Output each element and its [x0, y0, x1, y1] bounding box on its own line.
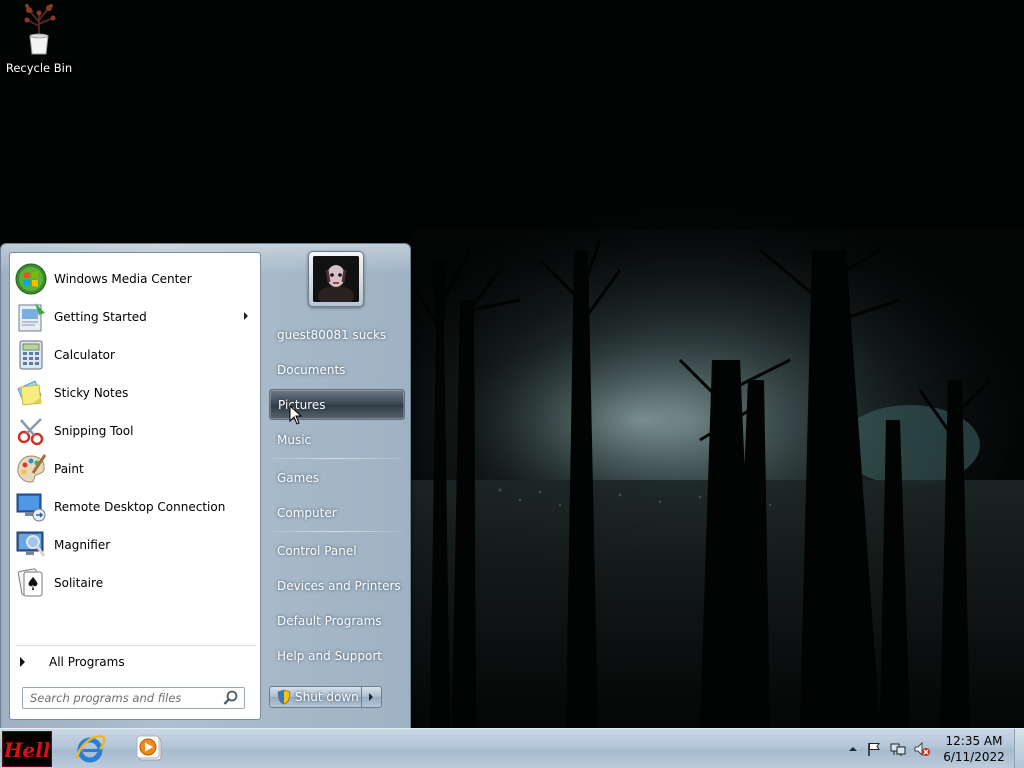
- program-label: Sticky Notes: [54, 386, 129, 400]
- program-label: Remote Desktop Connection: [54, 500, 226, 514]
- program-magnifier[interactable]: Magnifier: [12, 527, 258, 563]
- search-input[interactable]: [30, 689, 222, 707]
- pinned-internet-explorer[interactable]: [60, 731, 120, 767]
- windows-media-center-icon: [15, 263, 47, 295]
- volume-muted-icon[interactable]: [914, 741, 930, 757]
- start-menu: Windows Media Center Getting Started Cal…: [0, 243, 411, 729]
- place-documents[interactable]: Documents: [269, 354, 405, 385]
- all-programs-label: All Programs: [49, 655, 125, 669]
- mouse-cursor-icon: [289, 405, 303, 425]
- magnifier-icon: [16, 531, 46, 557]
- all-programs-button[interactable]: All Programs: [12, 649, 258, 675]
- place-default-programs[interactable]: Default Programs: [269, 605, 405, 636]
- place-devices-and-printers[interactable]: Devices and Printers: [269, 570, 405, 601]
- program-windows-media-center[interactable]: Windows Media Center: [12, 261, 258, 297]
- paint-icon: [17, 454, 47, 483]
- program-label: Solitaire: [54, 576, 104, 590]
- place-label: Games: [277, 470, 319, 485]
- system-clock[interactable]: 12:35 AM 6/11/2022: [940, 733, 1008, 765]
- place-label: Help and Support: [277, 648, 382, 663]
- program-paint[interactable]: Paint: [12, 451, 258, 487]
- start-orb-icon: Hell: [5, 738, 49, 762]
- places-separator: [269, 458, 402, 459]
- program-calculator[interactable]: Calculator: [12, 337, 258, 373]
- program-label: Paint: [54, 462, 84, 476]
- program-snipping-tool[interactable]: Snipping Tool: [12, 413, 258, 449]
- program-sticky-notes[interactable]: Sticky Notes: [12, 375, 258, 411]
- shutdown-label: Shut down: [295, 690, 359, 704]
- network-icon[interactable]: [890, 741, 906, 757]
- program-label: Calculator: [54, 348, 115, 362]
- all-programs-arrow-icon: [20, 657, 25, 667]
- pinned-windows-media-player[interactable]: [120, 731, 180, 767]
- program-solitaire[interactable]: Solitaire: [12, 565, 258, 601]
- program-getting-started[interactable]: Getting Started: [12, 299, 258, 335]
- place-music[interactable]: Music: [269, 424, 405, 455]
- start-button-text: Hell: [5, 738, 49, 762]
- search-icon[interactable]: [222, 689, 240, 707]
- start-menu-programs-pane: Windows Media Center Getting Started Cal…: [9, 252, 261, 720]
- internet-explorer-icon: [75, 735, 106, 763]
- submenu-arrow-icon: [244, 312, 248, 320]
- program-label: Getting Started: [54, 310, 147, 324]
- user-name-label: guest80081 sucks: [277, 327, 387, 342]
- getting-started-icon: [18, 303, 45, 332]
- programs-separator: [16, 645, 256, 646]
- place-label: Documents: [277, 362, 346, 377]
- recycle-bin-label: Recycle Bin: [5, 61, 73, 75]
- clock-time: 12:35 AM: [945, 734, 1003, 748]
- sticky-notes-icon: [17, 380, 42, 406]
- remote-desktop-icon: [16, 493, 46, 522]
- search-box[interactable]: [22, 687, 245, 709]
- place-games[interactable]: Games: [269, 462, 405, 493]
- shutdown-button[interactable]: Shut down: [269, 686, 362, 708]
- program-label: Snipping Tool: [54, 424, 134, 438]
- windows-media-player-icon: [136, 735, 162, 761]
- place-label: Devices and Printers: [277, 578, 401, 593]
- shield-icon: [277, 689, 291, 705]
- places-separator: [269, 531, 402, 532]
- user-account-picture[interactable]: [308, 251, 364, 307]
- place-control-panel[interactable]: Control Panel: [269, 535, 405, 566]
- place-computer[interactable]: Computer: [269, 497, 405, 528]
- program-label: Windows Media Center: [54, 272, 192, 286]
- place-label: Music: [277, 432, 312, 447]
- start-button[interactable]: Hell: [2, 731, 52, 767]
- action-center-flag-icon[interactable]: [866, 741, 882, 757]
- show-hidden-icons-arrow[interactable]: [845, 741, 861, 757]
- solitaire-icon: [17, 568, 43, 597]
- show-desktop-button[interactable]: [1014, 729, 1024, 768]
- shutdown-options-button[interactable]: [362, 686, 382, 708]
- place-label: Default Programs: [277, 613, 382, 628]
- clock-date: 6/11/2022: [943, 750, 1005, 764]
- recycle-bin-icon: [24, 4, 56, 55]
- user-avatar-image: [313, 256, 359, 302]
- calculator-icon: [19, 340, 43, 370]
- place-user-folder[interactable]: guest80081 sucks: [269, 319, 405, 350]
- taskbar: Hell 12:35 AM 6/11/2022: [0, 728, 1024, 768]
- place-label: Computer: [277, 505, 337, 520]
- place-label: Control Panel: [277, 543, 357, 558]
- program-label: Magnifier: [54, 538, 111, 552]
- program-remote-desktop-connection[interactable]: Remote Desktop Connection: [12, 489, 258, 525]
- desktop-icon-recycle-bin[interactable]: Recycle Bin: [4, 4, 74, 76]
- snipping-tool-icon: [17, 418, 44, 446]
- place-help-and-support[interactable]: Help and Support: [269, 640, 405, 671]
